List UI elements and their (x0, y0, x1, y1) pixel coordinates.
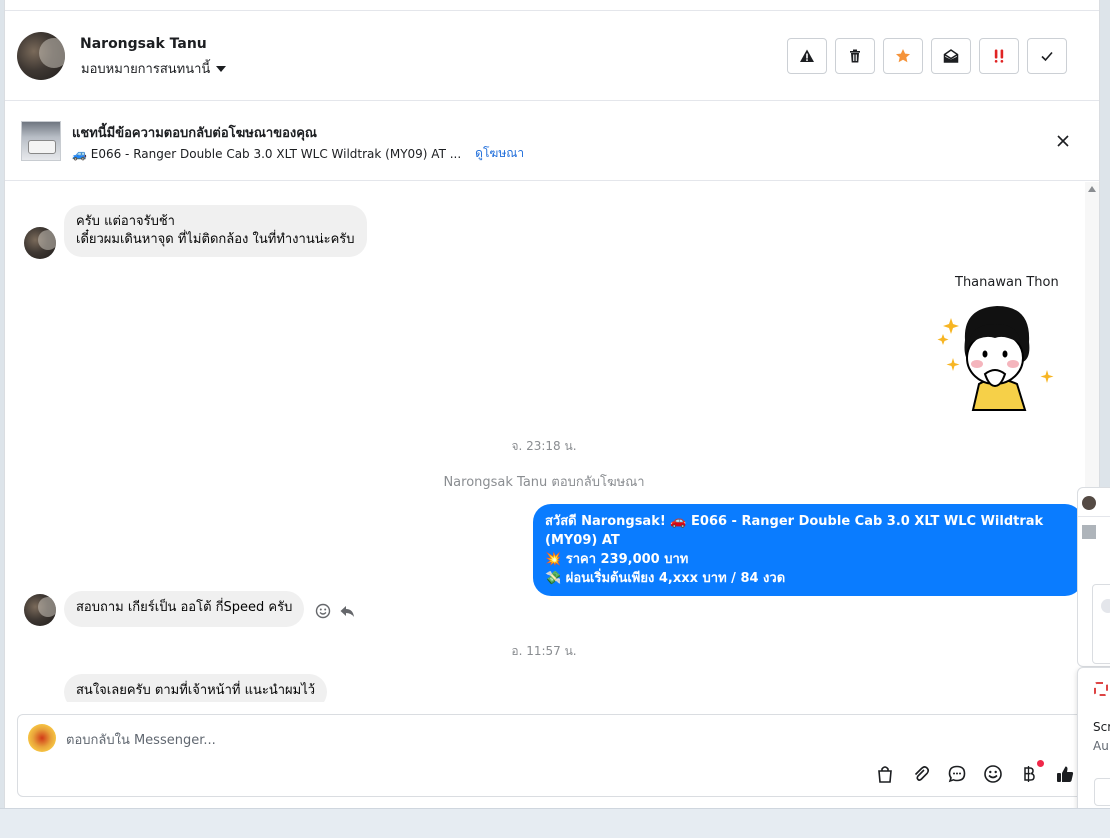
reply-button[interactable] (339, 603, 355, 619)
message-line: 💸 ผ่อนเริ่มต้นเพียง 4,xxx บาท / 84 งวด (545, 571, 786, 586)
trash-icon (850, 49, 860, 63)
paperclip-icon (914, 766, 930, 781)
screenshot-notification[interactable]: Scr Au (1077, 667, 1110, 819)
shopping-bag-icon (878, 766, 892, 783)
message-text: สนใจเลยครับ ตามที่เจ้าหน้าที่ แนะนำผมไว้ (76, 683, 316, 698)
reply-input[interactable] (66, 729, 966, 751)
ad-reply-banner: แชทนี้มีข้อความตอบกลับต่อโฆษณาของคุณ 🚙 E… (5, 101, 1099, 181)
composer-tools (874, 760, 1076, 785)
message-line: เดี๋ยวผมเดินหาจุด ที่ไม่ติดกล้อง ในที่ทำ… (76, 232, 355, 247)
envelope-open-icon (943, 49, 959, 63)
ad-banner-title: แชทนี้มีข้อความตอบกลับต่อโฆษณาของคุณ (72, 126, 317, 141)
timestamp: อ. 11:57 น. (511, 644, 577, 658)
assign-label: มอบหมายการสนทนานี้ (81, 62, 211, 77)
header-actions (787, 38, 1067, 74)
view-ad-link[interactable]: ดูโฆษณา (475, 144, 524, 163)
close-banner-button[interactable] (1051, 129, 1075, 153)
divider (1078, 516, 1110, 517)
chat-bubble-icon (948, 765, 966, 783)
taskbar (0, 808, 1110, 838)
message-text: สอบถาม เกียร์เป็น ออโต้ กี่Speed ครับ (76, 600, 293, 615)
sticker-sender-name: Thanawan Thon (955, 275, 1059, 290)
ad-details: 🚙 E066 - Ranger Double Cab 3.0 XLT WLC W… (72, 144, 524, 163)
assign-conversation-dropdown[interactable]: มอบหมายการสนทนานี้ (81, 58, 227, 79)
conversation-panel: Narongsak Tanu มอบหมายการสนทนานี้ แชทนี้… (4, 0, 1100, 808)
important-button[interactable] (979, 38, 1019, 74)
attach-button[interactable] (910, 763, 932, 785)
snipping-tool-icon (1094, 682, 1108, 696)
conversation-header: Narongsak Tanu มอบหมายการสนทนานี้ (5, 11, 1099, 101)
mark-unread-button[interactable] (931, 38, 971, 74)
notification-subtitle: Au (1093, 739, 1109, 753)
baht-icon (1024, 766, 1035, 782)
incoming-message[interactable]: สนใจเลยครับ ตามที่เจ้าหน้าที่ แนะนำผมไว้ (64, 674, 328, 702)
close-icon (1057, 135, 1069, 147)
message-thread[interactable]: ครับ แต่อาจรับช้า เดี๋ยวผมเดินหาจุด ที่ไ… (5, 182, 1083, 702)
like-button[interactable] (1054, 763, 1076, 785)
saved-replies-button[interactable] (946, 763, 968, 785)
message-line: 💥 ราคา 239,000 บาท (545, 552, 689, 567)
ad-thumbnail[interactable] (21, 121, 61, 161)
warning-icon (800, 49, 814, 62)
report-button[interactable] (787, 38, 827, 74)
emoji-button[interactable] (982, 763, 1004, 785)
reply-icon (340, 606, 354, 617)
thumbs-up-icon (1057, 766, 1074, 782)
contact-avatar[interactable] (17, 32, 65, 80)
scroll-up-arrow-icon[interactable] (1088, 186, 1096, 192)
sender-avatar[interactable] (24, 227, 56, 259)
caret-down-icon (216, 65, 227, 72)
star-button[interactable] (883, 38, 923, 74)
secondary-chat-window[interactable] (1077, 487, 1110, 667)
star-icon (896, 49, 910, 63)
payment-button[interactable] (1018, 760, 1044, 785)
emoji-icon (315, 603, 331, 619)
incoming-message[interactable]: ครับ แต่อาจรับช้า เดี๋ยวผมเดินหาจุด ที่ไ… (64, 205, 367, 257)
message-actions (315, 603, 355, 619)
contact-name[interactable]: Narongsak Tanu (80, 36, 207, 52)
reply-composer (17, 714, 1087, 797)
double-exclamation-icon (994, 49, 1004, 63)
mini-ad-thumbnail (1082, 525, 1096, 539)
outgoing-message[interactable]: สวัสดี Narongsak! 🚗 E066 - Ranger Double… (533, 504, 1083, 596)
timestamp: จ. 23:18 น. (511, 439, 577, 453)
done-button[interactable] (1027, 38, 1067, 74)
mini-panel (1092, 584, 1110, 664)
mini-avatar (1082, 496, 1096, 510)
shop-button[interactable] (874, 763, 896, 785)
emoji-icon (984, 765, 1002, 783)
message-line: ครับ แต่อาจรับช้า (76, 214, 175, 229)
notification-dot (1037, 760, 1044, 767)
incoming-message[interactable]: สอบถาม เกียร์เป็น ออโต้ กี่Speed ครับ (64, 591, 305, 627)
sticker-girl-image[interactable] (935, 300, 1055, 412)
page-avatar (28, 724, 56, 752)
message-line: สวัสดี Narongsak! 🚗 E066 - Ranger Double… (545, 514, 1044, 548)
react-emoji-button[interactable] (315, 603, 331, 619)
notification-title: Scr (1093, 720, 1110, 734)
delete-button[interactable] (835, 38, 875, 74)
notification-action-button[interactable] (1094, 778, 1110, 806)
sender-avatar[interactable] (24, 594, 56, 626)
system-notice: Narongsak Tanu ตอบกลับโฆษณา (443, 475, 645, 490)
ad-text: 🚙 E066 - Ranger Double Cab 3.0 XLT WLC W… (72, 146, 462, 161)
check-icon (1041, 51, 1053, 62)
